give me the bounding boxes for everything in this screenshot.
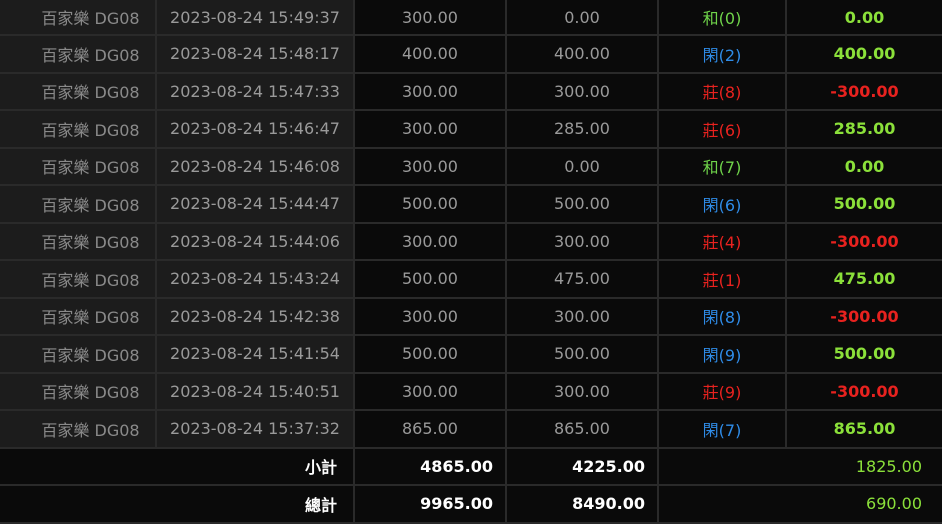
win-loss-cell: 475.00 <box>787 261 942 297</box>
valid-bet-cell: 285.00 <box>507 111 659 147</box>
total-win-loss: 690.00 <box>866 494 922 514</box>
total-bet-amount: 9965.00 <box>355 486 507 522</box>
bet-time-cell: 2023-08-24 15:44:06 <box>157 223 355 259</box>
table-row: 百家樂 DG08 2023-08-24 15:46:47 300.00 285.00 莊… <box>0 111 942 149</box>
bet-amount-cell: 500.00 <box>355 336 507 372</box>
result-cell: 莊(1) <box>659 261 787 297</box>
subtotal-label: 小計 <box>0 448 355 484</box>
table-row: 百家樂 DG08 2023-08-24 15:49:37 300.00 0.00 和(0… <box>0 0 942 36</box>
game-name-cell: 百家樂 DG08 <box>0 111 157 147</box>
subtotal-valid-bet: 4225.00 <box>507 448 659 484</box>
bet-time-cell: 2023-08-24 15:46:08 <box>157 148 355 184</box>
bet-amount-cell: 300.00 <box>355 0 507 34</box>
result-cell: 莊(9) <box>659 373 787 409</box>
game-name-cell: 百家樂 DG08 <box>0 186 157 222</box>
table-row: 百家樂 DG08 2023-08-24 15:44:06 300.00 300.00 莊… <box>0 223 942 261</box>
valid-bet-cell: 500.00 <box>507 186 659 222</box>
result-cell: 和(0) <box>659 0 787 34</box>
bet-history-table: 百家樂 DG08 2023-08-24 15:49:37 300.00 0.00 和(0… <box>0 0 942 524</box>
win-loss-cell: -300.00 <box>787 73 942 109</box>
bet-time-cell: 2023-08-24 15:48:17 <box>157 36 355 72</box>
valid-bet-cell: 300.00 <box>507 223 659 259</box>
win-loss-cell: 500.00 <box>787 336 942 372</box>
bet-time-cell: 2023-08-24 15:40:51 <box>157 373 355 409</box>
table-row: 百家樂 DG08 2023-08-24 15:42:38 300.00 300.00 閑… <box>0 298 942 336</box>
result-cell: 閑(9) <box>659 336 787 372</box>
bet-amount-cell: 500.00 <box>355 261 507 297</box>
bet-amount-cell: 300.00 <box>355 73 507 109</box>
win-loss-cell: -300.00 <box>787 298 942 334</box>
result-cell: 莊(6) <box>659 111 787 147</box>
valid-bet-cell: 300.00 <box>507 298 659 334</box>
table-row: 百家樂 DG08 2023-08-24 15:41:54 500.00 500.00 閑… <box>0 336 942 374</box>
game-name-cell: 百家樂 DG08 <box>0 73 157 109</box>
valid-bet-cell: 500.00 <box>507 336 659 372</box>
game-name-cell: 百家樂 DG08 <box>0 0 157 34</box>
result-cell: 莊(4) <box>659 223 787 259</box>
valid-bet-cell: 400.00 <box>507 36 659 72</box>
total-label: 總計 <box>0 486 355 522</box>
subtotal-row: 小計 4865.00 4225.00 1825.00 <box>0 448 942 486</box>
bet-time-cell: 2023-08-24 15:41:54 <box>157 336 355 372</box>
win-loss-cell: 400.00 <box>787 36 942 72</box>
table-row: 百家樂 DG08 2023-08-24 15:44:47 500.00 500.00 閑… <box>0 186 942 224</box>
bet-amount-cell: 400.00 <box>355 36 507 72</box>
valid-bet-cell: 0.00 <box>507 0 659 34</box>
table-row: 百家樂 DG08 2023-08-24 15:47:33 300.00 300.00 莊… <box>0 73 942 111</box>
subtotal-bet-amount: 4865.00 <box>355 448 507 484</box>
game-name-cell: 百家樂 DG08 <box>0 411 157 447</box>
win-loss-cell: 865.00 <box>787 411 942 447</box>
win-loss-cell: -300.00 <box>787 223 942 259</box>
result-cell: 閑(6) <box>659 186 787 222</box>
result-cell: 閑(7) <box>659 411 787 447</box>
valid-bet-cell: 300.00 <box>507 373 659 409</box>
bet-amount-cell: 300.00 <box>355 223 507 259</box>
bet-amount-cell: 500.00 <box>355 186 507 222</box>
result-cell: 和(7) <box>659 148 787 184</box>
table-row: 百家樂 DG08 2023-08-24 15:48:17 400.00 400.00 閑… <box>0 36 942 74</box>
bet-history-rows: 百家樂 DG08 2023-08-24 15:49:37 300.00 0.00 和(0… <box>0 0 942 449</box>
bet-amount-cell: 300.00 <box>355 111 507 147</box>
game-name-cell: 百家樂 DG08 <box>0 223 157 259</box>
result-cell: 閑(2) <box>659 36 787 72</box>
game-name-cell: 百家樂 DG08 <box>0 261 157 297</box>
bet-amount-cell: 300.00 <box>355 298 507 334</box>
table-row: 百家樂 DG08 2023-08-24 15:37:32 865.00 865.00 閑… <box>0 411 942 449</box>
result-cell: 莊(8) <box>659 73 787 109</box>
total-row: 總計 9965.00 8490.00 690.00 <box>0 486 942 524</box>
win-loss-cell: 500.00 <box>787 186 942 222</box>
table-row: 百家樂 DG08 2023-08-24 15:40:51 300.00 300.00 莊… <box>0 373 942 411</box>
subtotal-win-loss: 1825.00 <box>855 456 922 476</box>
valid-bet-cell: 0.00 <box>507 148 659 184</box>
win-loss-cell: 0.00 <box>787 148 942 184</box>
win-loss-cell: -300.00 <box>787 373 942 409</box>
bet-amount-cell: 300.00 <box>355 373 507 409</box>
bet-time-cell: 2023-08-24 15:47:33 <box>157 73 355 109</box>
bet-time-cell: 2023-08-24 15:49:37 <box>157 0 355 34</box>
win-loss-cell: 0.00 <box>787 0 942 34</box>
win-loss-cell: 285.00 <box>787 111 942 147</box>
bet-time-cell: 2023-08-24 15:46:47 <box>157 111 355 147</box>
table-row: 百家樂 DG08 2023-08-24 15:46:08 300.00 0.00 和(7… <box>0 148 942 186</box>
valid-bet-cell: 475.00 <box>507 261 659 297</box>
bet-time-cell: 2023-08-24 15:44:47 <box>157 186 355 222</box>
total-valid-bet: 8490.00 <box>507 486 659 522</box>
game-name-cell: 百家樂 DG08 <box>0 36 157 72</box>
bet-time-cell: 2023-08-24 15:43:24 <box>157 261 355 297</box>
table-row: 百家樂 DG08 2023-08-24 15:43:24 500.00 475.00 莊… <box>0 261 942 299</box>
result-cell: 閑(8) <box>659 298 787 334</box>
game-name-cell: 百家樂 DG08 <box>0 148 157 184</box>
bet-amount-cell: 300.00 <box>355 148 507 184</box>
bet-time-cell: 2023-08-24 15:42:38 <box>157 298 355 334</box>
bet-amount-cell: 865.00 <box>355 411 507 447</box>
game-name-cell: 百家樂 DG08 <box>0 336 157 372</box>
game-name-cell: 百家樂 DG08 <box>0 298 157 334</box>
valid-bet-cell: 865.00 <box>507 411 659 447</box>
valid-bet-cell: 300.00 <box>507 73 659 109</box>
game-name-cell: 百家樂 DG08 <box>0 373 157 409</box>
bet-time-cell: 2023-08-24 15:37:32 <box>157 411 355 447</box>
